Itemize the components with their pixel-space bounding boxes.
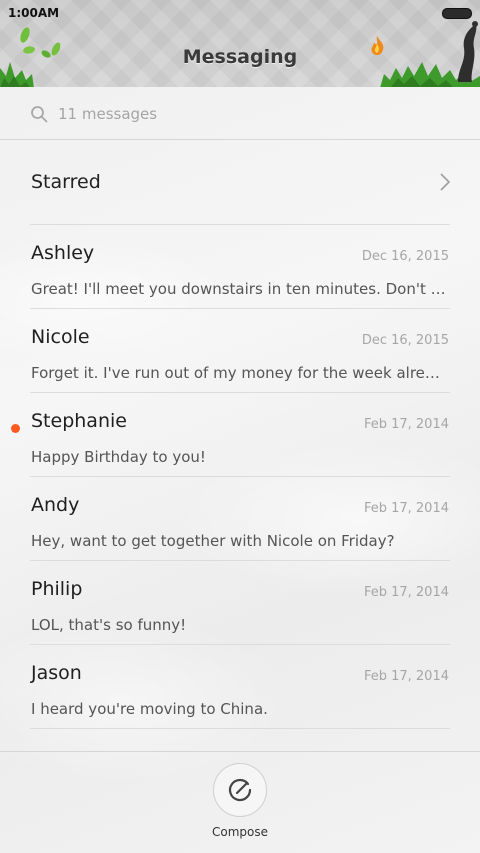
- unread-indicator: [11, 424, 20, 433]
- footer-divider: [0, 751, 480, 752]
- message-preview: Happy Birthday to you!: [31, 448, 206, 466]
- message-row[interactable]: Nicole Dec 16, 2015 Forget it. I've run …: [0, 308, 480, 392]
- compose-icon: [228, 778, 252, 802]
- starred-row[interactable]: Starred: [0, 140, 480, 224]
- search-bar[interactable]: [30, 100, 450, 128]
- message-preview: I heard you're moving to China.: [31, 700, 268, 718]
- compose-button[interactable]: Compose: [205, 763, 275, 843]
- message-row[interactable]: Jason Feb 17, 2014 I heard you're moving…: [0, 644, 480, 728]
- message-row[interactable]: Stephanie Feb 17, 2014 Happy Birthday to…: [0, 392, 480, 476]
- starred-label: Starred: [31, 171, 101, 193]
- message-row[interactable]: Philip Feb 17, 2014 LOL, that's so funny…: [0, 560, 480, 644]
- message-preview: Great! I'll meet you downstairs in ten m…: [31, 280, 449, 298]
- leaf-icon: [20, 27, 30, 43]
- message-date: Dec 16, 2015: [361, 249, 449, 264]
- compose-circle[interactable]: [213, 763, 267, 817]
- app-header: 1:00AM Messaging: [0, 0, 480, 87]
- status-time: 1:00AM: [8, 6, 60, 20]
- message-preview: Hey, want to get together with Nicole on…: [31, 532, 395, 550]
- message-sender: Ashley: [31, 242, 95, 264]
- message-sender: Stephanie: [31, 410, 127, 432]
- message-row[interactable]: Andy Feb 17, 2014 Hey, want to get toget…: [0, 476, 480, 560]
- message-preview: LOL, that's so funny!: [31, 616, 187, 634]
- message-row[interactable]: Ashley Dec 16, 2015 Great! I'll meet you…: [0, 224, 480, 308]
- compose-label: Compose: [211, 825, 268, 839]
- message-date: Feb 17, 2014: [363, 417, 449, 432]
- message-sender: Nicole: [31, 326, 90, 348]
- page-title: Messaging: [182, 46, 298, 68]
- row-divider: [30, 728, 450, 729]
- message-sender: Philip: [31, 578, 83, 600]
- message-date: Feb 17, 2014: [363, 585, 449, 600]
- message-date: Feb 17, 2014: [363, 669, 449, 684]
- search-icon: [31, 106, 48, 123]
- search-input[interactable]: [58, 105, 438, 123]
- message-date: Dec 16, 2015: [361, 333, 449, 348]
- message-date: Feb 17, 2014: [363, 501, 449, 516]
- message-preview: Forget it. I've run out of my money for …: [31, 364, 449, 382]
- message-sender: Andy: [31, 494, 80, 516]
- message-sender: Jason: [31, 662, 82, 684]
- chevron-right-icon: [440, 173, 450, 191]
